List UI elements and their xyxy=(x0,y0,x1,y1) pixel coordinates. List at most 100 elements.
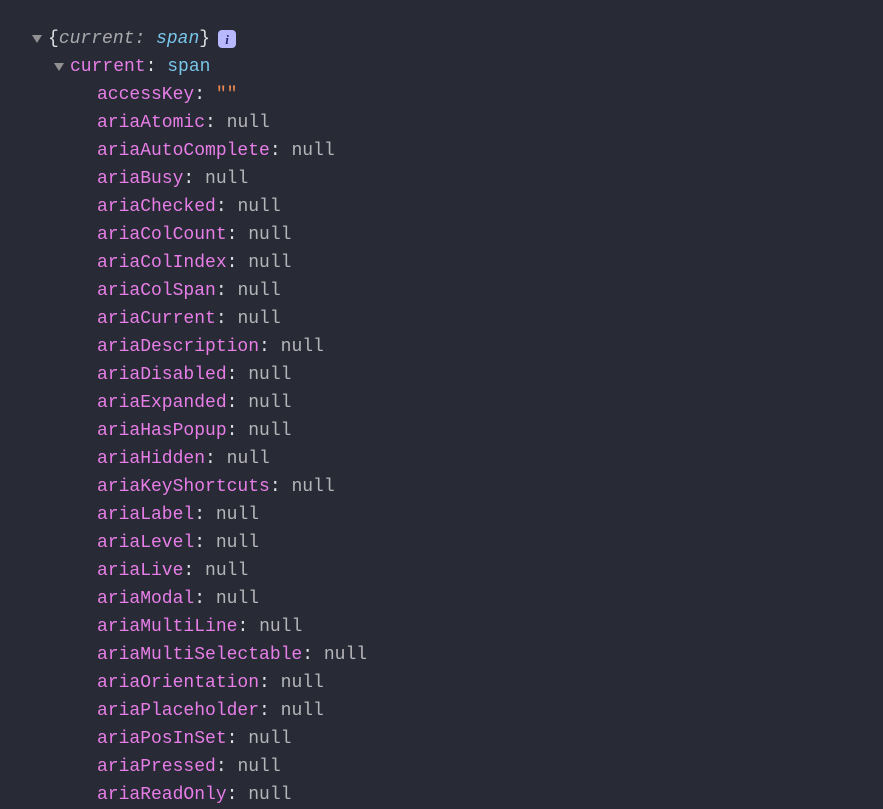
tree-row-property[interactable]: ariaLive: null xyxy=(32,557,883,585)
property-value: null xyxy=(237,277,280,305)
property-key: current xyxy=(70,53,146,81)
tree-row-property[interactable]: ariaColCount: null xyxy=(32,221,883,249)
root-preview-colon: : xyxy=(134,25,145,53)
property-key: ariaCurrent xyxy=(97,305,216,333)
property-value: null xyxy=(237,305,280,333)
colon: : xyxy=(216,305,227,333)
colon: : xyxy=(259,669,270,697)
tree-row-property[interactable]: ariaReadOnly: null xyxy=(32,781,883,809)
property-key: ariaBusy xyxy=(97,165,183,193)
tree-row-property[interactable]: ariaMultiSelectable: null xyxy=(32,641,883,669)
tree-row-property[interactable]: ariaHasPopup: null xyxy=(32,417,883,445)
spacer xyxy=(227,193,238,221)
spacer xyxy=(237,361,248,389)
property-value: null xyxy=(248,221,291,249)
property-key: ariaLabel xyxy=(97,501,194,529)
spacer xyxy=(205,81,216,109)
property-key: ariaOrientation xyxy=(97,669,259,697)
tree-row-property[interactable]: ariaDisabled: null xyxy=(32,361,883,389)
tree-row-property[interactable]: ariaPressed: null xyxy=(32,753,883,781)
spacer xyxy=(194,557,205,585)
property-value: null xyxy=(227,109,270,137)
property-key: ariaHasPopup xyxy=(97,417,227,445)
tree-row-property[interactable]: ariaLevel: null xyxy=(32,529,883,557)
expand-arrow-icon[interactable] xyxy=(54,63,64,71)
property-key: ariaLive xyxy=(97,557,183,585)
property-value: null xyxy=(216,529,259,557)
tree-row-property[interactable]: ariaHidden: null xyxy=(32,445,883,473)
property-value: null xyxy=(237,753,280,781)
spacer xyxy=(237,417,248,445)
property-value: null xyxy=(205,165,248,193)
spacer xyxy=(145,25,156,53)
property-value: null xyxy=(291,473,334,501)
tree-row-property[interactable]: accessKey: "" xyxy=(32,81,883,109)
tree-row-property[interactable]: ariaModal: null xyxy=(32,585,883,613)
spacer xyxy=(237,725,248,753)
tree-row-property[interactable]: ariaLabel: null xyxy=(32,501,883,529)
spacer xyxy=(227,753,238,781)
tree-row-property[interactable]: ariaPlaceholder: null xyxy=(32,697,883,725)
tree-row-property[interactable]: ariaChecked: null xyxy=(32,193,883,221)
property-value: null xyxy=(281,333,324,361)
colon: : xyxy=(302,641,313,669)
property-value: null xyxy=(248,389,291,417)
property-key: accessKey xyxy=(97,81,194,109)
property-value: span xyxy=(167,53,210,81)
tree-row-property[interactable]: ariaOrientation: null xyxy=(32,669,883,697)
tree-row-property[interactable]: ariaExpanded: null xyxy=(32,389,883,417)
brace-close: } xyxy=(199,25,210,53)
colon: : xyxy=(227,249,238,277)
property-key: ariaReadOnly xyxy=(97,781,227,809)
tree-row-property[interactable]: ariaColIndex: null xyxy=(32,249,883,277)
property-key: ariaColCount xyxy=(97,221,227,249)
colon: : xyxy=(194,501,205,529)
property-value: "" xyxy=(216,81,238,109)
spacer xyxy=(270,333,281,361)
spacer xyxy=(216,109,227,137)
tree-row-property[interactable]: ariaPosInSet: null xyxy=(32,725,883,753)
tree-row-property[interactable]: ariaColSpan: null xyxy=(32,277,883,305)
colon: : xyxy=(259,697,270,725)
colon: : xyxy=(194,529,205,557)
tree-row-property[interactable]: ariaDescription: null xyxy=(32,333,883,361)
spacer xyxy=(237,221,248,249)
tree-row-property[interactable]: ariaKeyShortcuts: null xyxy=(32,473,883,501)
spacer xyxy=(237,781,248,809)
property-value: null xyxy=(248,725,291,753)
property-value: null xyxy=(237,193,280,221)
property-key: ariaDisabled xyxy=(97,361,227,389)
tree-row-root[interactable]: {current: span}i xyxy=(32,25,883,53)
root-preview-key: current xyxy=(59,25,135,53)
spacer xyxy=(227,305,238,333)
tree-row-current[interactable]: current: span xyxy=(32,53,883,81)
colon: : xyxy=(183,557,194,585)
info-icon[interactable]: i xyxy=(218,30,236,48)
colon: : xyxy=(227,389,238,417)
colon: : xyxy=(227,417,238,445)
tree-row-property[interactable]: ariaCurrent: null xyxy=(32,305,883,333)
colon: : xyxy=(183,165,194,193)
tree-row-property[interactable]: ariaBusy: null xyxy=(32,165,883,193)
property-value: null xyxy=(248,249,291,277)
expand-arrow-icon[interactable] xyxy=(32,35,42,43)
colon: : xyxy=(216,753,227,781)
property-value: null xyxy=(216,585,259,613)
spacer xyxy=(281,473,292,501)
property-key: ariaMultiLine xyxy=(97,613,237,641)
property-key: ariaChecked xyxy=(97,193,216,221)
property-key: ariaMultiSelectable xyxy=(97,641,302,669)
spacer xyxy=(270,669,281,697)
spacer xyxy=(270,697,281,725)
property-value: null xyxy=(324,641,367,669)
spacer xyxy=(313,641,324,669)
colon: : xyxy=(216,193,227,221)
colon: : xyxy=(205,445,216,473)
property-key: ariaColSpan xyxy=(97,277,216,305)
tree-row-property[interactable]: ariaAutoComplete: null xyxy=(32,137,883,165)
property-key: ariaPlaceholder xyxy=(97,697,259,725)
tree-row-property[interactable]: ariaAtomic: null xyxy=(32,109,883,137)
property-value: null xyxy=(248,781,291,809)
tree-row-property[interactable]: ariaMultiLine: null xyxy=(32,613,883,641)
colon: : xyxy=(205,109,216,137)
